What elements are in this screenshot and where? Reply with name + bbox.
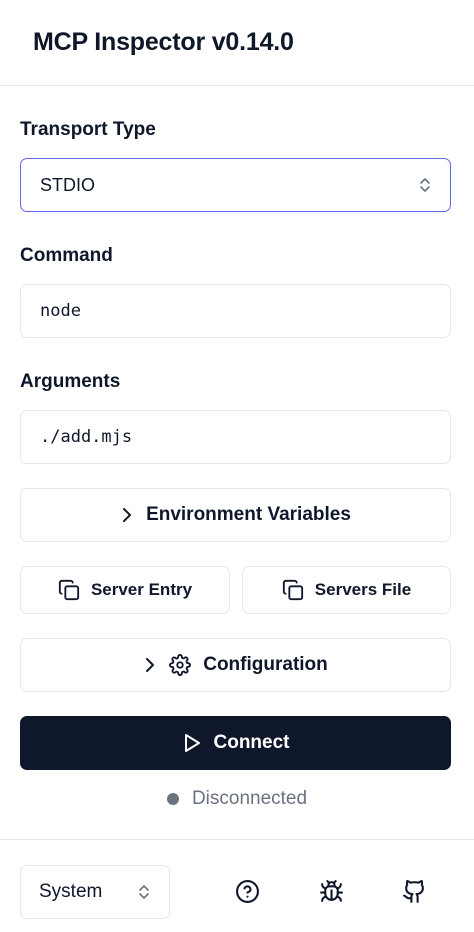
chevron-up-down-icon [418, 176, 432, 194]
theme-select[interactable]: System [20, 865, 170, 919]
status-text: Disconnected [191, 788, 308, 809]
arguments-input[interactable]: ./add.mjs [20, 410, 451, 464]
environment-variables-button[interactable]: Environment Variables [20, 488, 451, 542]
copy-servers-file-button[interactable]: Servers File [242, 566, 451, 614]
play-icon [182, 732, 202, 754]
connect-button[interactable]: Connect [20, 716, 451, 770]
environment-variables-label: Environment Variables [146, 504, 351, 525]
help-icon[interactable] [234, 878, 260, 904]
configuration-button[interactable]: Configuration [20, 638, 451, 692]
chevron-up-down-icon [137, 883, 151, 901]
command-label: Command [20, 245, 113, 266]
command-input[interactable]: node [20, 284, 451, 338]
transport-type-value: STDIO [40, 174, 96, 195]
copy-icon [282, 579, 304, 601]
sidebar: MCP Inspector v0.14.0 Transport Type STD… [0, 0, 474, 932]
arguments-label: Arguments [20, 371, 121, 392]
github-icon[interactable] [401, 878, 427, 904]
chevron-right-icon [143, 657, 157, 673]
copy-server-entry-button[interactable]: Server Entry [20, 566, 230, 614]
gear-icon [169, 654, 192, 676]
theme-value: System [39, 881, 103, 902]
servers-file-label: Servers File [314, 580, 412, 599]
transport-type-select[interactable]: STDIO [20, 158, 451, 212]
status-dot [166, 793, 179, 805]
sidebar-footer: System [0, 839, 474, 932]
configuration-label: Configuration [203, 654, 328, 675]
connection-status: Disconnected [0, 786, 474, 812]
app-title: MCP Inspector v0.14.0 [33, 28, 294, 56]
transport-type-label: Transport Type [20, 119, 156, 140]
server-entry-label: Server Entry [90, 580, 193, 599]
bug-icon[interactable] [318, 878, 344, 904]
copy-icon [58, 579, 80, 601]
chevron-right-icon [120, 507, 134, 523]
connect-label: Connect [213, 732, 290, 753]
sidebar-header: MCP Inspector v0.14.0 [0, 0, 474, 86]
